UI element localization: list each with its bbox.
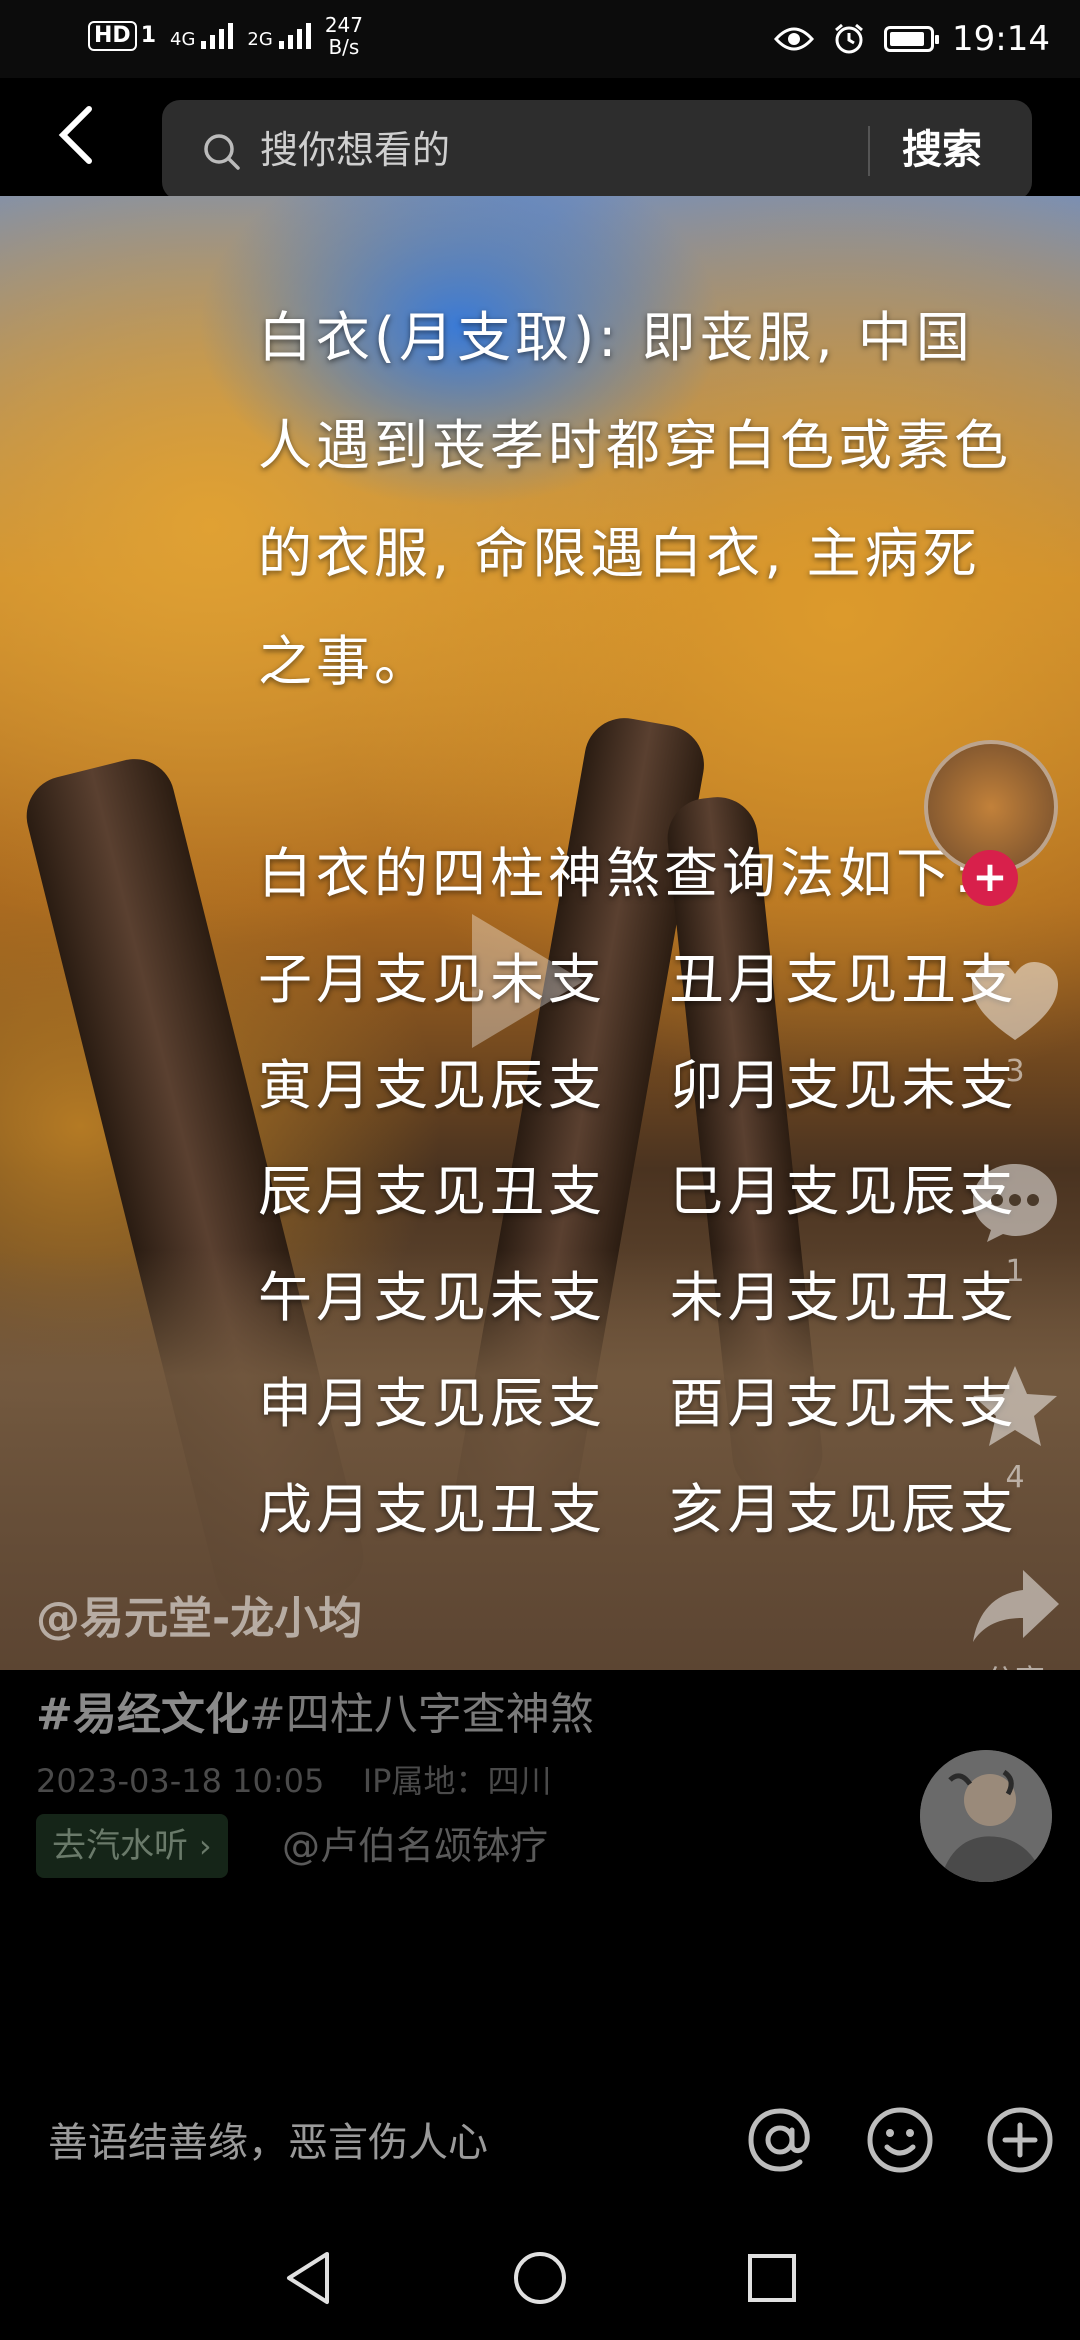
share-icon xyxy=(973,1570,1059,1642)
network-speed-unit: B/s xyxy=(328,35,360,59)
post-meta: 2023-03-18 10:05 IP属地：四川 xyxy=(36,1756,551,1802)
eye-icon xyxy=(774,27,815,51)
status-left: HD 1 4G 2G 247 B/s xyxy=(88,14,363,58)
search-icon xyxy=(204,134,240,170)
nav-home-button[interactable] xyxy=(510,2248,570,2308)
hd-badge: HD xyxy=(88,21,137,51)
favorite-count: 4 xyxy=(1005,1460,1025,1495)
alarm-icon xyxy=(835,23,863,54)
heart-icon xyxy=(972,962,1058,1040)
video-text-line: 的衣服, 命限遇白衣, 主病死 xyxy=(258,522,981,585)
nav-recents-button[interactable] xyxy=(742,2248,802,2308)
video-text-line: 辰月支见丑支 巳月支见辰支 xyxy=(258,1160,1018,1223)
emoji-button[interactable] xyxy=(862,2102,938,2178)
add-button[interactable] xyxy=(982,2102,1058,2178)
video-watermark: @易元堂-龙小均 xyxy=(36,1593,363,1644)
plus-circle-icon xyxy=(987,2107,1053,2173)
at-icon xyxy=(748,2108,810,2172)
like-button[interactable]: 3 xyxy=(950,960,1080,1089)
nav-back-button[interactable] xyxy=(278,2248,338,2308)
network-speed-value: 247 xyxy=(324,13,363,37)
post-date: 2023-03-18 10:05 xyxy=(36,1762,325,1800)
comment-count: 1 xyxy=(1005,1254,1025,1289)
video-text-line: 申月支见辰支 酉月支见未支 xyxy=(258,1372,1018,1435)
video-player[interactable]: 白衣(月支取): 即丧服, 中国 人遇到丧孝时都穿白色或素色 的衣服, 命限遇白… xyxy=(0,196,1080,1670)
chevron-right-icon: › xyxy=(198,1827,212,1865)
circle-home-icon xyxy=(514,2252,566,2304)
video-text-line: 午月支见未支 未月支见丑支 xyxy=(258,1266,1018,1329)
music-app-chip[interactable]: 去汽水听 › xyxy=(36,1814,228,1878)
video-text-line: 子月支见未支 丑月支见丑支 xyxy=(258,948,1018,1011)
video-text-line: 人遇到丧孝时都穿白色或素色 xyxy=(258,414,1012,477)
back-button[interactable] xyxy=(40,100,110,170)
star-icon xyxy=(973,1366,1057,1446)
comment-button[interactable]: 1 xyxy=(950,1160,1080,1289)
network-type-label-2: 2G xyxy=(247,29,273,50)
network-speed: 247 B/s xyxy=(325,14,363,58)
signal-icon-2: 2G xyxy=(247,23,311,50)
status-bar: HD 1 4G 2G 247 B/s 19:14 xyxy=(0,0,1080,78)
search-bar[interactable]: 搜你想看的 搜索 xyxy=(162,100,1032,200)
back-arrow-icon xyxy=(58,106,92,164)
search-button[interactable]: 搜索 xyxy=(902,120,982,180)
ip-location: IP属地：四川 xyxy=(362,1762,552,1800)
hashtag-link[interactable]: #四柱八字查神煞 xyxy=(249,1689,594,1740)
comment-bar: 善语结善缘，恶言伤人心 xyxy=(0,2090,1080,2190)
follow-button[interactable]: + xyxy=(962,850,1018,906)
music-chip-label: 去汽水听 xyxy=(52,1826,188,1866)
video-text-line: 戌月支见丑支 亥月支见辰支 xyxy=(258,1478,1018,1541)
search-divider xyxy=(868,126,870,176)
battery-icon xyxy=(884,26,940,52)
signal-icon: 4G xyxy=(170,23,234,50)
hashtags: #易经文化#四柱八字查神煞 xyxy=(36,1678,594,1742)
top-bar: 搜你想看的 搜索 xyxy=(0,78,1080,200)
triangle-back-icon xyxy=(287,2252,329,2304)
post-info: #易经文化#四柱八字查神煞 2023-03-18 10:05 IP属地：四川 去… xyxy=(0,1670,1080,2070)
video-text-line: 白衣(月支取): 即丧服, 中国 xyxy=(258,306,974,369)
battery-fill xyxy=(890,32,925,46)
system-nav-bar xyxy=(0,2210,1080,2340)
mention-link[interactable]: @卢伯名颂钵疗 xyxy=(282,1814,548,1878)
hashtag-link[interactable]: #易经文化 xyxy=(36,1689,249,1740)
sim-badge: 1 xyxy=(140,23,156,48)
emoji-icon xyxy=(867,2107,933,2173)
video-text-line: 之事。 xyxy=(258,630,432,693)
video-text-line: 寅月支见辰支 卯月支见未支 xyxy=(258,1054,1018,1117)
favorite-button[interactable]: 4 xyxy=(950,1362,1080,1495)
comment-input[interactable]: 善语结善缘，恶言伤人心 xyxy=(48,2110,488,2168)
comment-icon xyxy=(973,1164,1057,1242)
mention-button[interactable] xyxy=(742,2102,818,2178)
author-avatar[interactable] xyxy=(920,1750,1052,1882)
like-count: 3 xyxy=(1005,1054,1025,1089)
square-recents-icon xyxy=(748,2254,796,2302)
video-text-line: 白衣的四柱神煞查询法如下: xyxy=(258,842,977,905)
clock: 19:14 xyxy=(952,19,1050,59)
network-type-label: 4G xyxy=(170,29,196,50)
status-right: 19:14 xyxy=(774,14,1050,64)
avatar-image xyxy=(920,1750,1052,1882)
search-input[interactable]: 搜你想看的 xyxy=(260,120,450,180)
